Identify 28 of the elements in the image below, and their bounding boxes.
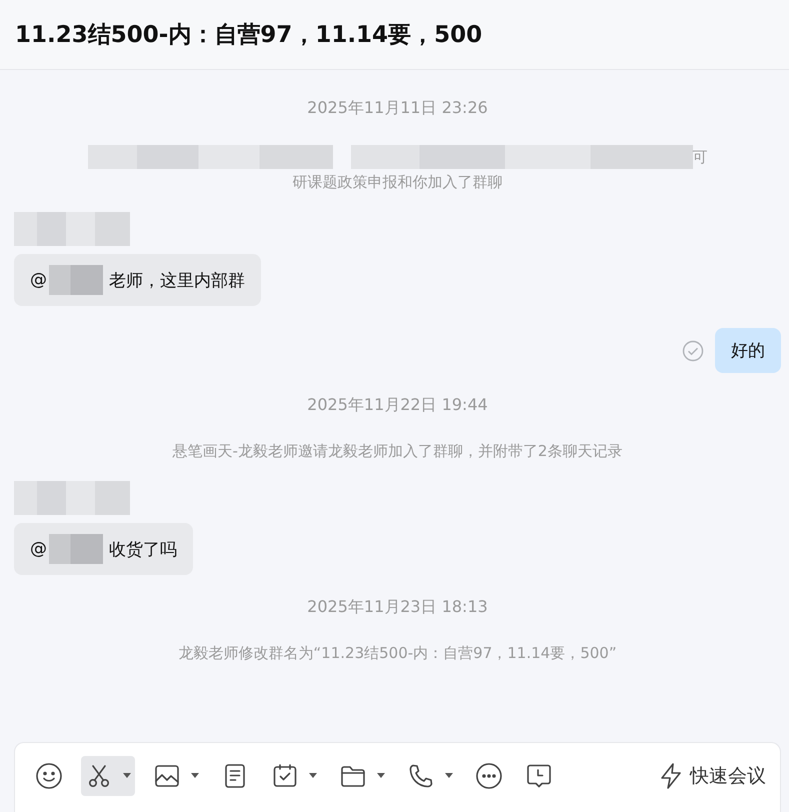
caret-icon xyxy=(309,773,317,779)
clock-message-icon xyxy=(525,762,553,790)
system-message: 可 xyxy=(692,148,708,166)
timestamp: 2025年11月11日 23:26 xyxy=(307,98,488,119)
message-text: 老师，这里内部群 xyxy=(109,270,245,292)
toolbar-button[interactable] xyxy=(81,756,135,796)
timestamp: 2025年11月23日 18:13 xyxy=(307,597,488,618)
emoji-icon xyxy=(35,762,63,790)
system-message: 悬笔画天-龙毅老师邀请龙毅老师加入了群聊，并附带了2条聊天记录 xyxy=(172,442,622,461)
system-message: 龙毅老师修改群名为“11.23结500-内：自营97，11.14要，500” xyxy=(178,644,617,663)
caret-icon xyxy=(445,773,453,779)
mention-text: @ xyxy=(30,539,47,559)
image-icon xyxy=(153,762,181,790)
timestamp: 2025年11月22日 19:44 xyxy=(307,395,488,416)
phone-icon xyxy=(407,762,435,790)
caret-icon xyxy=(191,773,199,779)
redaction-mosaic xyxy=(49,534,103,564)
redaction-mosaic xyxy=(49,265,103,295)
message-bubble: 好的 xyxy=(715,328,781,373)
mention-text: @ xyxy=(30,270,47,290)
calendar-check-icon xyxy=(271,762,299,790)
chat-title: 11.23结500-内：自营97，11.14要，500 xyxy=(15,21,482,50)
message-text: 收货了吗 xyxy=(109,538,177,560)
more-icon xyxy=(475,762,503,790)
system-message: 研课题政策申报和你加入了群聊 xyxy=(292,173,502,192)
quick-meeting-button[interactable]: 快速会议 xyxy=(654,758,770,794)
caret-icon xyxy=(123,773,131,779)
caret-icon xyxy=(377,773,385,779)
